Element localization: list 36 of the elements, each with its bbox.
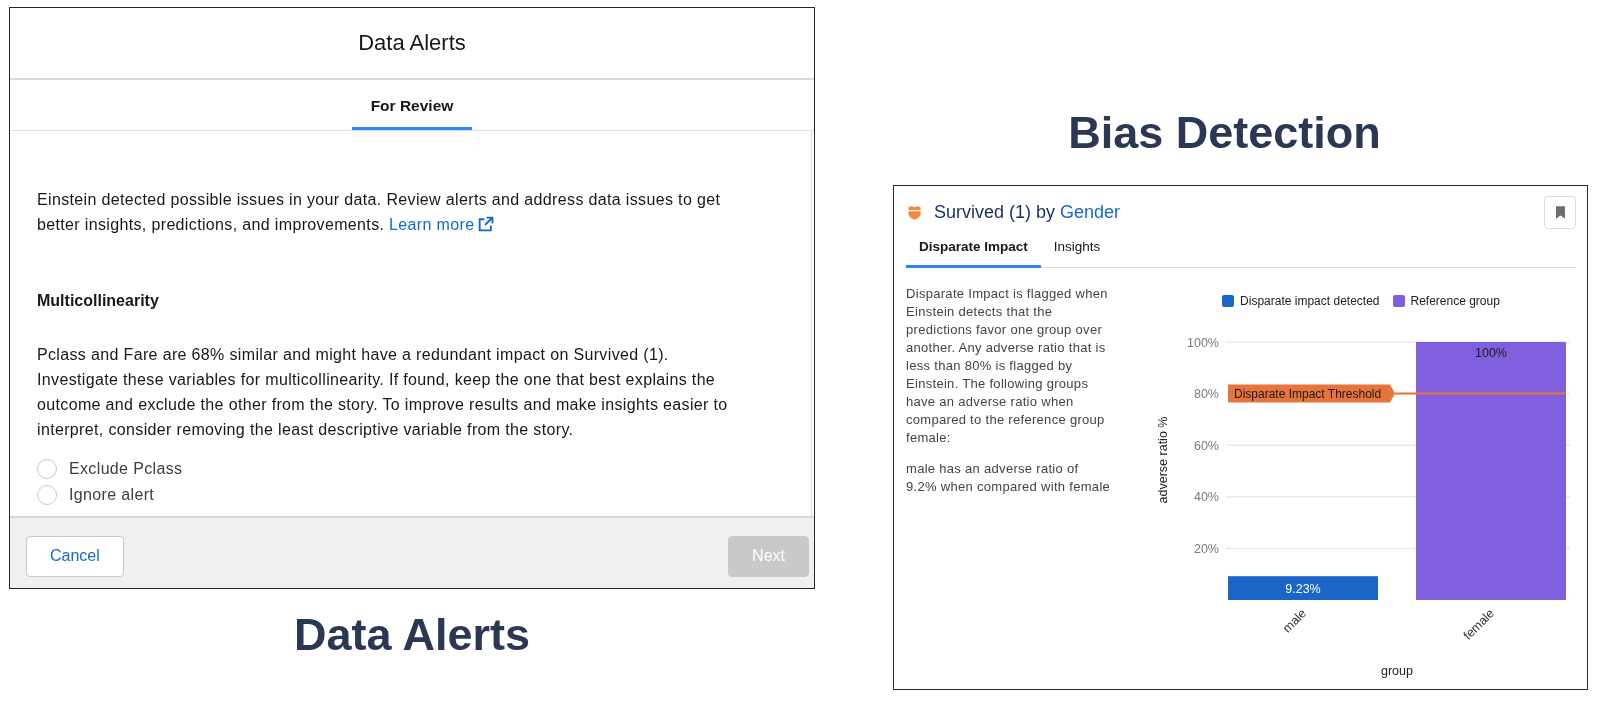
bookmark-icon bbox=[1555, 205, 1565, 219]
shield-icon bbox=[907, 204, 922, 220]
radio-button[interactable] bbox=[37, 459, 57, 479]
alert-heading: Multicollinearity bbox=[37, 291, 160, 311]
tick-label: 100% bbox=[1187, 335, 1219, 349]
axis-title: adverse ratio % bbox=[1156, 416, 1170, 503]
intro-text: Einstein detected possible issues in your data. Review alerts and address data issues to get better insights, predictions, and improvements. Learn more bbox=[37, 190, 722, 235]
tick-label: 60% bbox=[1193, 438, 1219, 453]
ref-line-label: Disparate Impact Threshold bbox=[1234, 386, 1382, 401]
axis-title: group bbox=[1381, 663, 1413, 678]
value-label: 9.23% bbox=[1285, 581, 1321, 596]
legend-label: Disparate impact detected bbox=[1240, 293, 1380, 308]
card-title: Survived (1) by Gender bbox=[934, 201, 1121, 223]
threshold-tag: Disparate Impact Threshold bbox=[1228, 384, 1395, 403]
description-text: Disparate Impact is flagged when Einstein detects that the predictions favor one group over another. Any adverse ratio that is less than 80% is flagged by Einstein. The following groups have an adverse ratio when compared to the reference group female: bbox=[906, 284, 1109, 447]
tick-label: 40% bbox=[1193, 489, 1219, 504]
bookmark-button[interactable] bbox=[1544, 195, 1576, 229]
alert-description: Pclass and Fare are 68% similar and might have a redundant impact on Survived (1). Investigate these variables for multicollinearity. If found, keep the one that best explains the outcome and exclude the other from the story. To improve results and make insights easier to interpret, consider removing the least descriptive variable from the story. bbox=[37, 345, 729, 440]
tick-label: 80% bbox=[1193, 386, 1219, 401]
tab[interactable]: Insights bbox=[1040, 228, 1114, 268]
radio-option[interactable]: Ignore alert bbox=[37, 482, 155, 508]
tick-label: 20% bbox=[1193, 541, 1219, 556]
legend-label: Reference group bbox=[1410, 293, 1500, 308]
field-link[interactable]: Gender bbox=[1060, 201, 1121, 222]
cancel-button[interactable]: Cancel bbox=[26, 535, 124, 577]
external-link-icon bbox=[477, 216, 495, 233]
tab[interactable]: Disparate Impact bbox=[906, 228, 1041, 268]
tab[interactable]: For Review bbox=[351, 80, 473, 130]
finding-text: male has an adverse ratio of 9.2% when compared with female bbox=[906, 459, 1112, 496]
learn-more-link[interactable]: Learn more bbox=[389, 216, 495, 233]
section-caption: Bias Detection bbox=[1068, 108, 1381, 158]
radio-option[interactable]: Exclude Pclass bbox=[37, 456, 183, 482]
section-caption: Data Alerts bbox=[294, 610, 530, 660]
radio-button[interactable] bbox=[37, 485, 57, 505]
dialog-title: Data Alerts bbox=[358, 30, 466, 56]
value-label: 100% bbox=[1475, 345, 1507, 360]
